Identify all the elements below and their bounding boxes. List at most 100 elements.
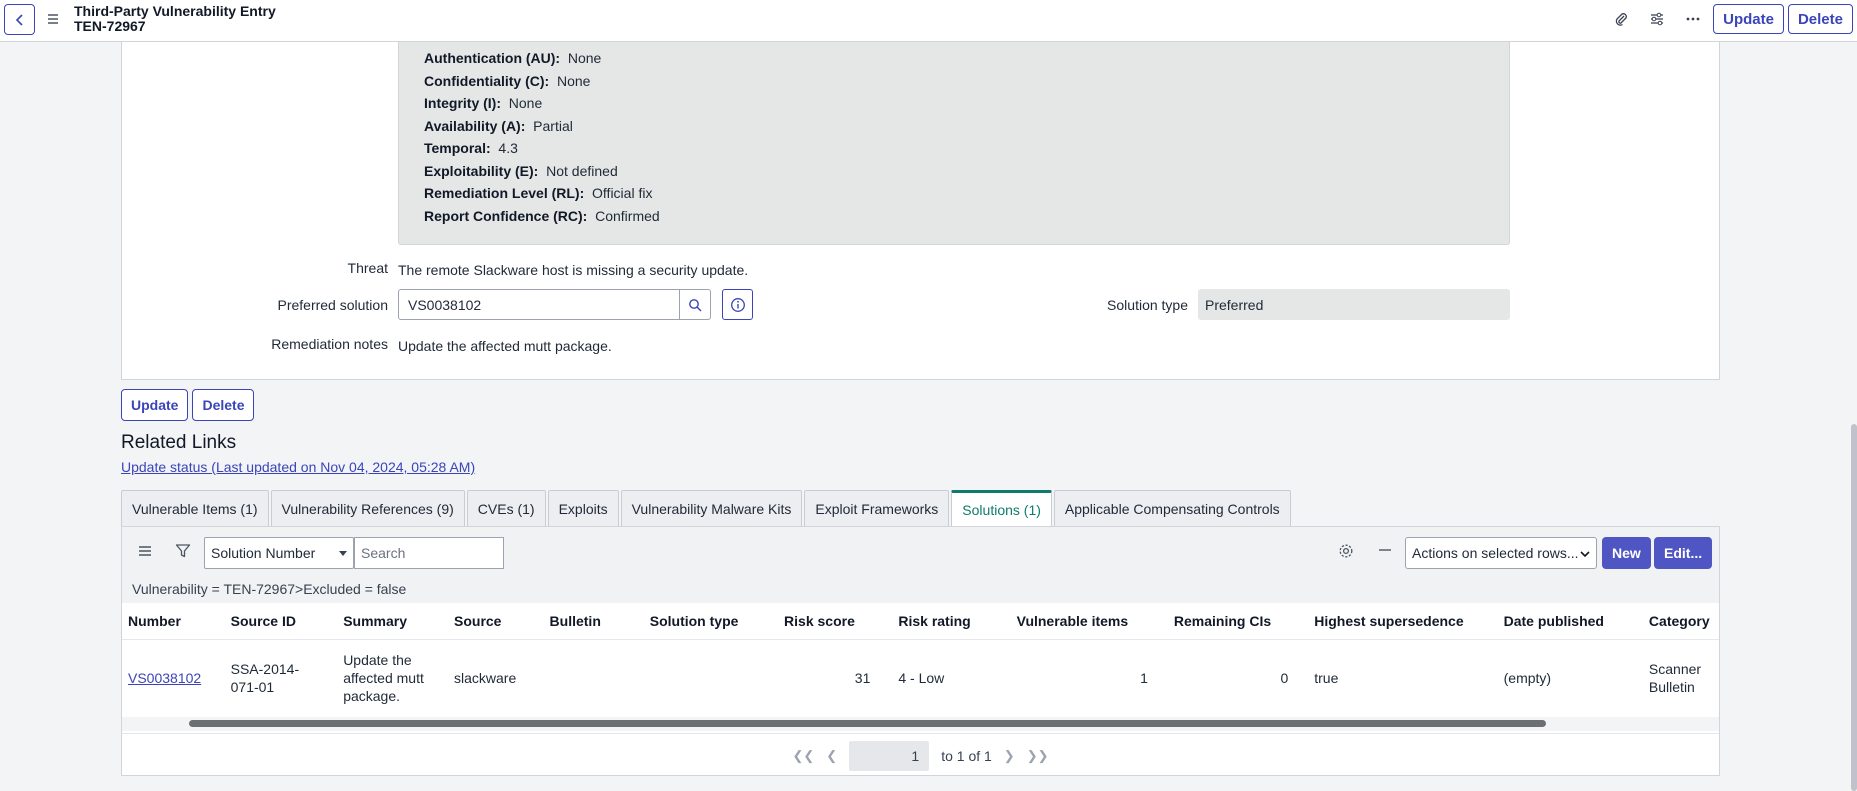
cell-vulnerable-items: 1: [1140, 670, 1148, 687]
column-header[interactable]: Date published: [1497, 603, 1643, 640]
page-input[interactable]: 1: [849, 740, 930, 771]
chevron-left-icon: [15, 13, 23, 26]
solution-type-label: Solution type: [1107, 297, 1188, 313]
cell-number[interactable]: VS0038102: [122, 639, 225, 717]
hamburger-menu-icon[interactable]: [46, 12, 64, 28]
cell-source-id: SSA-2014-071-01: [230, 661, 300, 696]
preferred-solution-field[interactable]: VS0038102: [398, 289, 680, 320]
caret-down-icon: [339, 551, 347, 556]
cell-category: Scanner Bulletin: [1648, 661, 1702, 696]
tab-exploit-frameworks[interactable]: Exploit Frameworks: [804, 490, 950, 526]
more-options-button[interactable]: [1677, 4, 1709, 34]
tab-compensating-controls[interactable]: Applicable Compensating Controls: [1053, 490, 1291, 526]
column-header[interactable]: Source ID: [224, 603, 338, 640]
cell-solution-type: [644, 639, 778, 717]
cvss-line: Temporal: 4.3: [424, 140, 518, 156]
column-header[interactable]: Solution type: [643, 603, 779, 640]
gear-icon: [1339, 544, 1353, 558]
edit-button[interactable]: Edit...: [1654, 537, 1713, 569]
preview-record-button[interactable]: [722, 289, 753, 320]
tab-cves[interactable]: CVEs (1): [466, 490, 546, 526]
scrollbar-thumb[interactable]: [189, 720, 1546, 727]
cell-risk-score: 31: [854, 670, 871, 687]
sliders-icon: [1651, 12, 1664, 26]
tab-vulnerability-references[interactable]: Vulnerability References (9): [270, 490, 465, 526]
column-header[interactable]: Risk score: [778, 603, 893, 640]
cvss-line: Availability (A): Partial: [424, 118, 573, 134]
list-settings-button[interactable]: [1338, 543, 1354, 562]
update-button[interactable]: Update: [121, 389, 189, 421]
filter-breadcrumb[interactable]: Vulnerability = TEN-72967>Excluded = fal…: [122, 575, 1719, 603]
threat-label: Threat: [347, 260, 388, 276]
cell-risk-rating: 4 - Low: [898, 670, 945, 687]
record-number: TEN-72967: [74, 18, 146, 34]
column-header[interactable]: Summary: [337, 603, 448, 640]
cvss-line: Exploitability (E): Not defined: [424, 163, 618, 179]
list-menu-icon[interactable]: [138, 544, 152, 561]
cvss-line: Authentication (AU): None: [424, 50, 602, 66]
table-row: VS0038102 SSA-2014-071-01 Update the aff…: [122, 639, 1719, 717]
paperclip-icon: [1615, 13, 1628, 26]
remediation-notes-label: Remediation notes: [271, 336, 388, 352]
collapse-button[interactable]: [1378, 543, 1392, 560]
actions-select[interactable]: Actions on selected rows...: [1405, 537, 1597, 569]
update-status-link[interactable]: Update status (Last updated on Nov 04, 2…: [121, 459, 475, 475]
next-page-icon[interactable]: ❯: [1004, 748, 1015, 764]
column-header[interactable]: Bulletin: [543, 603, 644, 640]
new-button[interactable]: New: [1602, 537, 1651, 569]
solutions-table: Number Source ID Summary Source Bulletin…: [122, 603, 1719, 717]
column-header[interactable]: Number: [122, 603, 225, 640]
cvss-line: Integrity (I): None: [424, 95, 543, 111]
personalize-form-button[interactable]: [1641, 4, 1673, 34]
related-links-title: Related Links: [121, 432, 237, 453]
column-header[interactable]: Source: [448, 603, 544, 640]
column-header[interactable]: Remaining CIs: [1167, 603, 1309, 640]
tab-exploits[interactable]: Exploits: [547, 490, 619, 526]
cell-date-published: (empty): [1503, 670, 1552, 687]
cell-source: slackware: [454, 670, 517, 687]
horizontal-scrollbar[interactable]: [122, 717, 1719, 731]
header-delete-button[interactable]: Delete: [1787, 4, 1853, 34]
tab-solutions[interactable]: Solutions (1): [951, 490, 1052, 526]
form-header: Third-Party Vulnerability Entry TEN-7296…: [0, 0, 1857, 42]
column-header[interactable]: Vulnerable items: [1010, 603, 1168, 640]
chevron-down-icon: [1580, 551, 1590, 558]
cell-bulletin: [544, 639, 644, 717]
cvss-details-box: Authentication (AU): None Confidentialit…: [398, 30, 1510, 245]
tab-malware-kits[interactable]: Vulnerability Malware Kits: [620, 490, 803, 526]
search-icon: [689, 298, 702, 311]
threat-value: The remote Slackware host is missing a s…: [398, 262, 749, 278]
column-header[interactable]: Risk rating: [892, 603, 1011, 640]
filter-icon[interactable]: [175, 543, 191, 562]
cell-remaining-cis: 0: [1280, 670, 1289, 687]
previous-page-icon[interactable]: ❮: [826, 748, 837, 764]
page-scrollbar[interactable]: [1851, 424, 1857, 791]
cvss-line: Remediation Level (RL): Official fix: [424, 185, 653, 201]
lookup-button[interactable]: [680, 289, 711, 320]
preferred-solution-label: Preferred solution: [277, 297, 388, 313]
list-search-input[interactable]: Search: [354, 537, 504, 569]
info-icon: [730, 297, 745, 312]
cvss-line: Report Confidence (RC): Confirmed: [424, 208, 660, 224]
pagination: ❮❮ ❮ 1 to 1 of 1 ❯ ❯❯: [122, 733, 1719, 777]
column-header[interactable]: Category: [1642, 603, 1719, 640]
tab-vulnerable-items[interactable]: Vulnerable Items (1): [121, 490, 269, 526]
list-toolbar: Solution Number Search Actions on select…: [122, 527, 1719, 575]
header-update-button[interactable]: Update: [1713, 4, 1784, 34]
solution-number-link[interactable]: VS0038102: [128, 670, 201, 686]
remediation-notes-value: Update the affected mutt package.: [398, 338, 612, 354]
cell-highest-supersedence: true: [1314, 670, 1339, 687]
last-page-icon[interactable]: ❯❯: [1027, 748, 1049, 764]
solutions-related-list: Solution Number Search Actions on select…: [121, 526, 1720, 776]
first-page-icon[interactable]: ❮❮: [793, 748, 815, 764]
table-header-row: Number Source ID Summary Source Bulletin…: [122, 603, 1719, 640]
record-type: Third-Party Vulnerability Entry: [74, 3, 276, 19]
ellipsis-icon: [1686, 17, 1700, 21]
search-field-select[interactable]: Solution Number: [204, 537, 354, 569]
back-button[interactable]: [4, 4, 35, 35]
attachment-button[interactable]: [1605, 4, 1637, 34]
delete-button[interactable]: Delete: [192, 389, 255, 421]
column-header[interactable]: Highest supersedence: [1308, 603, 1498, 640]
related-list-tabs: Vulnerable Items (1) Vulnerability Refer…: [121, 490, 1291, 526]
minus-icon: [1379, 549, 1391, 551]
